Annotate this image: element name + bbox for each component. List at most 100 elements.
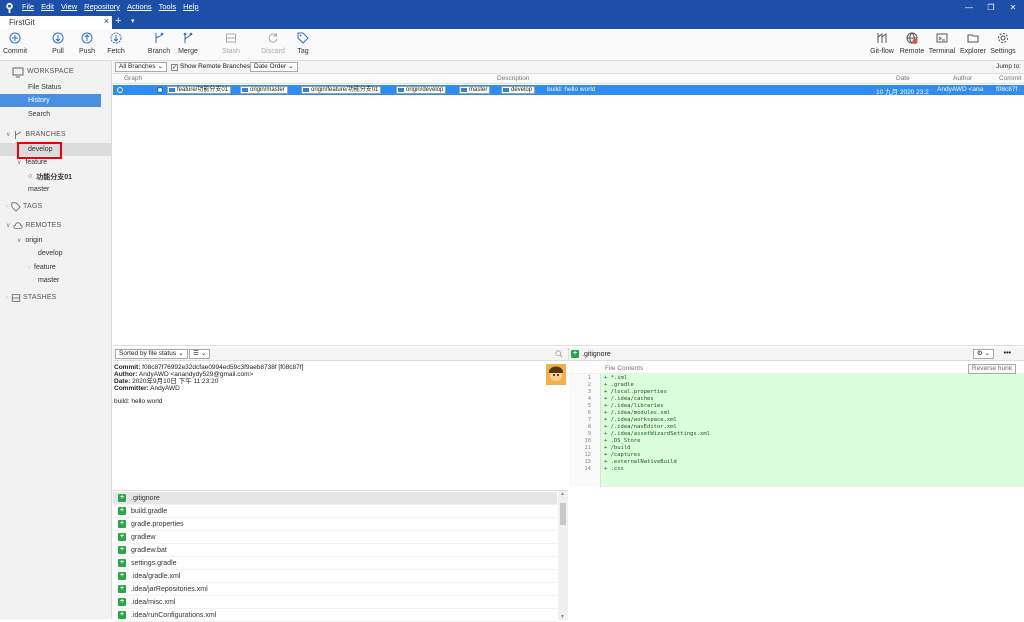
- checkbox-checked-icon: ✓: [171, 63, 178, 71]
- menu-actions[interactable]: Actions: [127, 2, 152, 11]
- list-item[interactable]: + gradlew: [113, 531, 557, 544]
- window-controls: — ❐ ✕: [958, 0, 1024, 15]
- diff-line: + /local.properties: [604, 389, 667, 395]
- tab-firstgit[interactable]: FirstGit ×: [0, 16, 112, 29]
- more-options-icon[interactable]: •••: [1004, 350, 1011, 357]
- menu-repository[interactable]: Repository: [84, 2, 120, 11]
- menu-help[interactable]: Help: [183, 2, 198, 11]
- sidebar-item-history[interactable]: History: [0, 94, 101, 107]
- restore-button[interactable]: ❐: [980, 0, 1002, 15]
- col-graph[interactable]: Graph: [124, 75, 142, 82]
- list-item[interactable]: + .idea/misc.xml: [113, 596, 557, 609]
- globe-icon: [906, 32, 918, 44]
- sidebar-stashes-header[interactable]: › STASHES: [0, 291, 112, 304]
- diff-line: + .gradle: [604, 382, 634, 388]
- chevron-down-icon: ∨: [6, 223, 11, 229]
- commit-button[interactable]: Commit: [0, 32, 32, 55]
- menu-file[interactable]: File: [22, 2, 34, 11]
- list-item[interactable]: + .gitignore: [113, 492, 557, 505]
- sidebar-remotes-header[interactable]: ∨ REMOTES: [0, 219, 112, 232]
- show-remote-checkbox[interactable]: ✓ Show Remote Branches: [168, 62, 253, 72]
- stash-icon: [11, 293, 21, 302]
- order-select[interactable]: Date Order ⌄: [250, 62, 298, 72]
- diff-options-select[interactable]: ⚙ ⌄: [972, 349, 994, 359]
- col-description[interactable]: Description: [497, 75, 530, 82]
- discard-button[interactable]: Discard: [256, 32, 290, 55]
- chevron-right-icon: ›: [6, 203, 8, 210]
- minimize-button[interactable]: —: [958, 0, 980, 15]
- title-bar: File Edit View Repository Actions Tools …: [0, 0, 1024, 15]
- menu-edit[interactable]: Edit: [41, 2, 54, 11]
- stash-button[interactable]: Stash: [214, 32, 248, 55]
- sidebar-item-origin[interactable]: ∨ origin: [0, 234, 112, 247]
- sidebar-item-search[interactable]: Search: [0, 108, 112, 121]
- list-item[interactable]: + build.gradle: [113, 505, 557, 518]
- commit-list-header: Graph Description Date Author Commit: [113, 74, 1024, 84]
- settings-button[interactable]: Settings: [986, 32, 1020, 55]
- gear-icon: ⚙: [976, 350, 983, 357]
- diff-line: + /.idea/caches: [604, 396, 654, 402]
- merge-button[interactable]: Merge: [171, 32, 205, 55]
- line-number: 6: [587, 410, 591, 416]
- diff-line: + *.iml: [604, 375, 628, 381]
- tag-icon: [11, 201, 21, 212]
- list-item[interactable]: + gradlew.bat: [113, 544, 557, 557]
- list-item[interactable]: + .idea/jarRepositories.xml: [113, 583, 557, 596]
- sidebar-item-feature-sub[interactable]: ○ 功能分支01: [0, 170, 112, 183]
- reverse-hunk-button[interactable]: Reverse hunk: [967, 364, 1016, 374]
- sidebar-item-origin-develop[interactable]: develop: [0, 247, 112, 260]
- added-lines: + *.iml + .gradle + /local.properties + …: [601, 374, 1024, 487]
- close-button[interactable]: ✕: [1002, 0, 1024, 15]
- added-icon: +: [118, 494, 126, 502]
- scroll-down-icon[interactable]: ▼: [560, 614, 565, 620]
- fetch-button[interactable]: Fetch: [99, 32, 133, 55]
- diff-line: + /captures: [604, 452, 641, 458]
- list-item[interactable]: + settings.gradle: [113, 557, 557, 570]
- list-item[interactable]: + gradle.properties: [113, 518, 557, 531]
- scroll-up-icon[interactable]: ▲: [560, 491, 565, 497]
- sidebar-item-master[interactable]: master: [0, 183, 112, 196]
- col-commit[interactable]: Commit: [999, 75, 1021, 82]
- line-number: 9: [587, 431, 591, 437]
- ref-label: origin/master: [240, 86, 288, 94]
- file-list-scrollbar[interactable]: ▲ ▼: [558, 491, 568, 620]
- sidebar-item-origin-master[interactable]: master: [0, 274, 112, 287]
- date-value: 2020年9月10日 下午 11:23:20: [132, 378, 219, 385]
- menu-tools[interactable]: Tools: [159, 2, 177, 11]
- remote-button[interactable]: Remote: [895, 32, 929, 55]
- scroll-thumb[interactable]: [560, 503, 566, 525]
- sidebar-tags-header[interactable]: › TAGS: [0, 200, 112, 213]
- pane-splitter[interactable]: [113, 345, 1024, 346]
- sidebar-item-file-status[interactable]: File Status: [0, 81, 112, 94]
- line-number: 14: [584, 466, 591, 472]
- view-mode-select[interactable]: ☰ ⌄: [189, 349, 211, 359]
- sidebar-item-origin-feature[interactable]: › feature: [0, 261, 112, 274]
- diff-toolbar: + .gitignore ⚙ ⌄ •••: [568, 348, 1024, 361]
- sidebar: WORKSPACE File Status History Search ∨ B…: [0, 61, 112, 619]
- col-author[interactable]: Author: [953, 75, 972, 82]
- line-number: 4: [587, 396, 591, 402]
- search-icon[interactable]: [555, 350, 563, 358]
- new-tab-button[interactable]: +: [115, 15, 121, 28]
- list-item[interactable]: + .idea/gradle.xml: [113, 570, 557, 583]
- commit-full-hash[interactable]: f08c87f76992e32dcfae0994ed59c3f9aeb8738f…: [142, 364, 303, 371]
- list-view-icon: ☰: [193, 350, 199, 357]
- explorer-button[interactable]: Explorer: [956, 32, 990, 55]
- tab-label: FirstGit: [9, 18, 35, 27]
- tag-button[interactable]: Tag: [286, 32, 320, 55]
- commit-author: AndyAWD <ana: [937, 86, 984, 93]
- tab-close-icon[interactable]: ×: [104, 16, 109, 26]
- list-item[interactable]: + .idea/runConfigurations.xml: [113, 609, 557, 622]
- tab-dropdown-icon[interactable]: ▾: [131, 15, 135, 29]
- gitflow-button[interactable]: Git-flow: [865, 32, 899, 55]
- col-date[interactable]: Date: [896, 75, 910, 82]
- sort-select[interactable]: Sorted by file status ⌄: [115, 349, 188, 359]
- ref-label: origin/feature/功能分支01: [301, 86, 382, 94]
- branches-select[interactable]: All Branches ⌄: [115, 62, 167, 72]
- line-number: 11: [584, 445, 591, 451]
- sidebar-branches-header[interactable]: ∨ BRANCHES: [0, 128, 112, 141]
- filter-bar: All Branches ⌄ ✓ Show Remote Branches Date…: [113, 61, 1024, 74]
- menu-view[interactable]: View: [61, 2, 77, 11]
- commit-row[interactable]: feature/功能分支01 origin/master origin/feat…: [113, 85, 1024, 96]
- terminal-button[interactable]: Terminal: [925, 32, 959, 55]
